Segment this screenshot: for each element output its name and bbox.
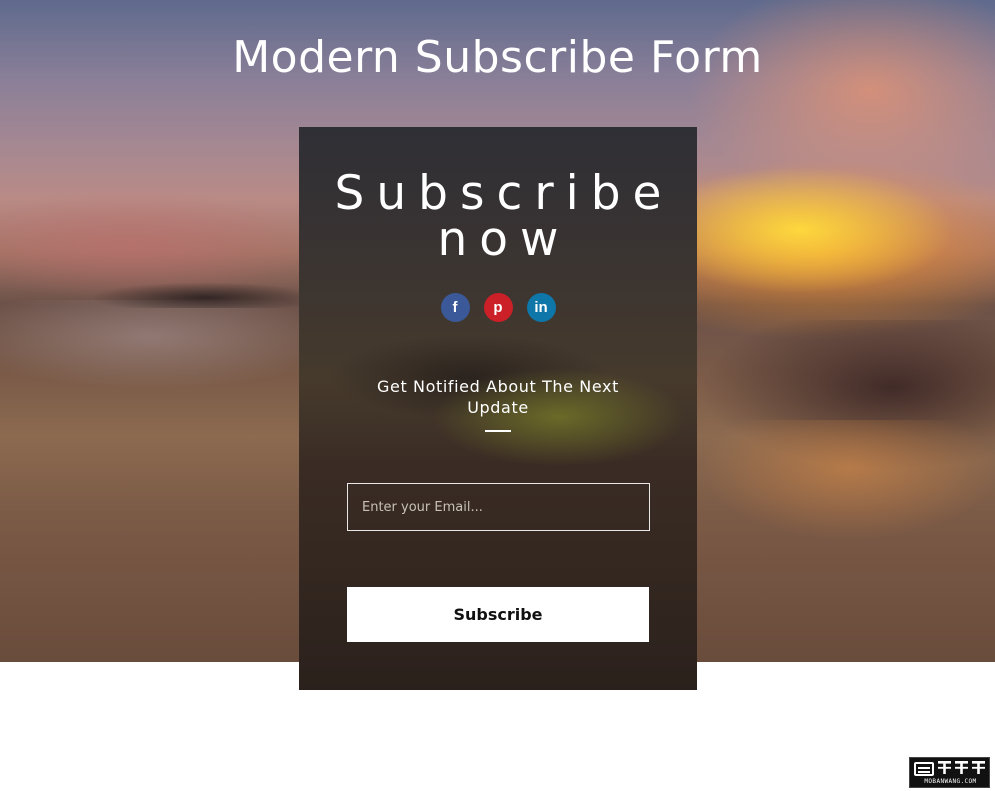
logo-text: MOBANWANG.COM <box>924 778 977 785</box>
divider <box>485 430 511 432</box>
subscribe-button[interactable]: Subscribe <box>347 587 649 642</box>
notify-text: Get Notified About The Next Update <box>377 377 619 417</box>
linkedin-icon[interactable]: in <box>526 293 556 322</box>
shore-blur <box>0 300 340 390</box>
card-heading-line2: now <box>437 212 571 267</box>
page-title: Modern Subscribe Form <box>232 32 763 83</box>
card-heading-line1: Subscribe <box>334 166 674 221</box>
logo-cn-mark <box>938 761 988 775</box>
logo-icon <box>914 762 934 776</box>
pinterest-icon[interactable]: p <box>483 293 513 322</box>
rocks-left-blur <box>90 282 320 308</box>
water-glow-blur <box>700 420 995 540</box>
site-logo: MOBANWANG.COM <box>909 757 990 788</box>
social-links: f p in <box>299 293 697 322</box>
subscribe-card: Subscribe now f p in Get Notified About … <box>299 127 697 690</box>
facebook-icon[interactable]: f <box>440 293 470 322</box>
email-input[interactable] <box>347 483 650 531</box>
card-heading: Subscribe now <box>299 166 697 267</box>
